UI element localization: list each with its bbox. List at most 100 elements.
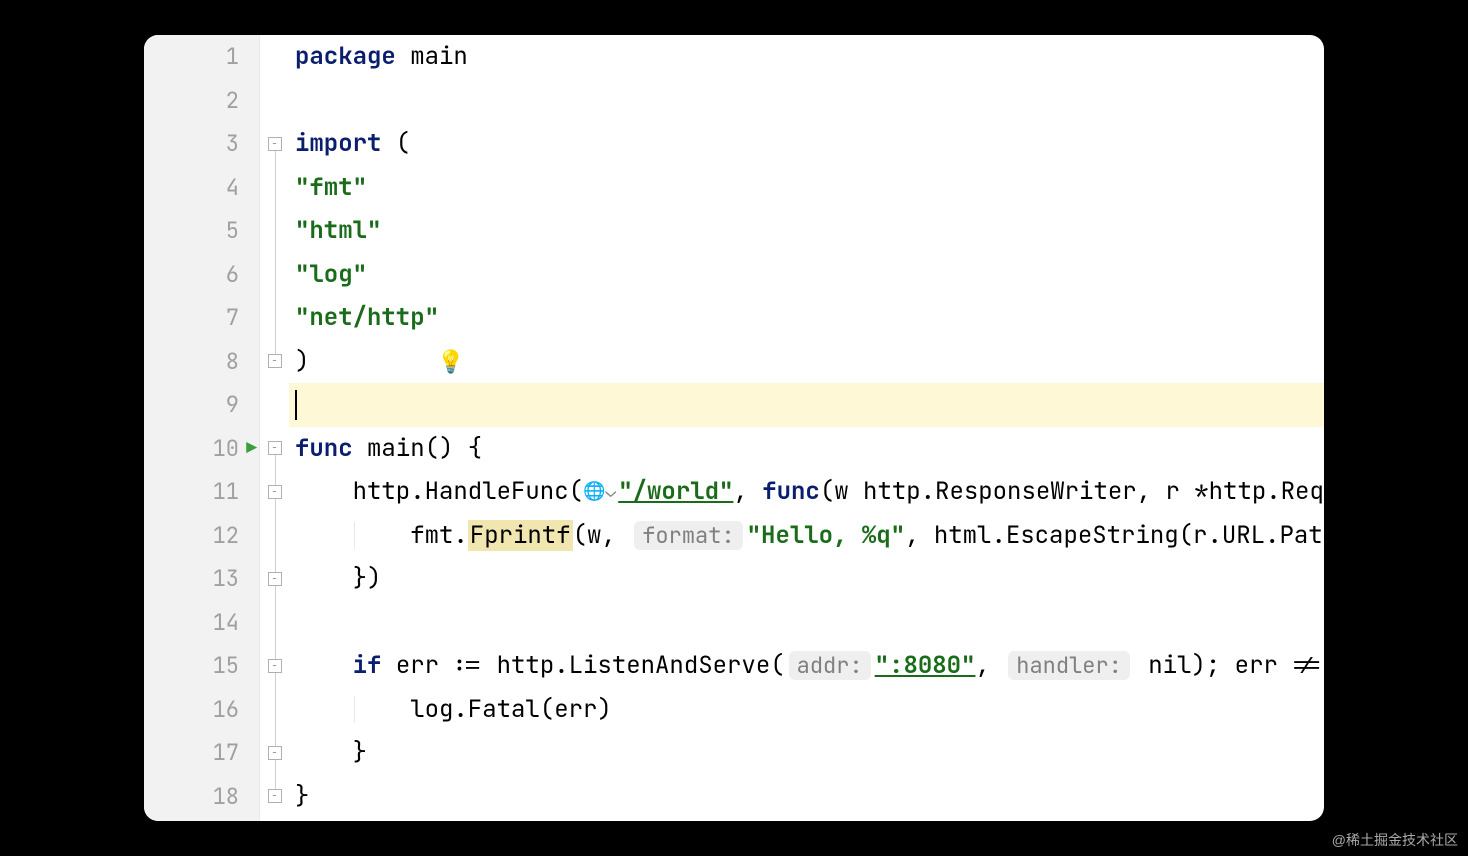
gutter-row[interactable]: 2 (144, 79, 259, 123)
globe-icon[interactable]: 🌐⌄ (583, 480, 616, 503)
code-line-current[interactable] (289, 383, 1324, 427)
fold-cell (260, 688, 289, 732)
line-number: 14 (199, 608, 239, 637)
line-number: 15 (199, 651, 239, 680)
code-line: "fmt" (289, 166, 1324, 210)
fold-cell (260, 601, 289, 645)
watermark: @稀土掘金技术社区 (1332, 830, 1458, 850)
gutter-row[interactable]: 10 ▶ (144, 427, 259, 471)
gutter-row[interactable]: 12 (144, 514, 259, 558)
gutter-row[interactable]: 13 (144, 557, 259, 601)
fold-cell: − (260, 470, 289, 514)
fold-cell (260, 514, 289, 558)
fold-cell (260, 35, 289, 79)
code-text: (w http.ResponseWriter, r *http.Request)… (820, 476, 1324, 507)
code-text: err := http.ListenAndServe( (381, 650, 784, 681)
code-text: main (396, 41, 468, 72)
code-text: } (295, 781, 309, 812)
line-number: 8 (199, 347, 239, 376)
code-line (289, 79, 1324, 123)
string-literal: "net/http" (295, 302, 439, 333)
fold-cell: − (260, 340, 289, 384)
line-number-gutter: 12345678910▶1112131415161718 (144, 35, 259, 821)
gutter-row[interactable]: 6 (144, 253, 259, 297)
gutter-row[interactable]: 8 (144, 340, 259, 384)
gutter-row[interactable]: 14 (144, 601, 259, 645)
fold-cell (260, 79, 289, 123)
param-hint: handler: (1008, 651, 1130, 680)
code-line: "log" (289, 253, 1324, 297)
gutter-row[interactable]: 4 (144, 166, 259, 210)
line-number: 17 (199, 738, 239, 767)
code-text: fmt. (295, 520, 468, 551)
code-line: "net/http" (289, 296, 1324, 340)
gutter-row[interactable]: 7 (144, 296, 259, 340)
line-number: 9 (199, 390, 239, 419)
line-number: 10 (199, 434, 239, 463)
param-hint: format: (634, 521, 742, 550)
line-number: 13 (199, 564, 239, 593)
code-area[interactable]: 💡 package main import ( "fmt" "html" "lo… (289, 35, 1324, 821)
line-number: 6 (199, 260, 239, 289)
fold-toggle-icon[interactable]: − (268, 659, 282, 673)
fold-toggle-icon[interactable]: − (268, 137, 282, 151)
fold-toggle-icon[interactable]: − (268, 572, 282, 586)
code-line: "html" (289, 209, 1324, 253)
fold-toggle-icon[interactable]: − (268, 789, 282, 803)
code-text: main() { (353, 433, 483, 464)
code-line: package main (289, 35, 1324, 79)
fold-toggle-icon[interactable]: − (268, 746, 282, 760)
line-number: 16 (199, 695, 239, 724)
line-number: 7 (199, 303, 239, 332)
string-link[interactable]: ":8080" (875, 650, 976, 681)
code-text: , (733, 476, 762, 507)
code-text: } (295, 737, 367, 768)
line-number: 11 (199, 477, 239, 506)
keyword: func (295, 433, 353, 464)
code-line: } (289, 775, 1324, 819)
code-text: }) (295, 563, 381, 594)
code-text: , (975, 650, 1004, 681)
text-cursor (295, 390, 297, 420)
param-hint: addr: (789, 651, 871, 680)
fold-cell: − (260, 122, 289, 166)
run-gutter-icon[interactable]: ▶ (246, 437, 257, 460)
fold-cell (260, 209, 289, 253)
string-literal: "log" (295, 259, 367, 290)
gutter-row[interactable]: 15 (144, 644, 259, 688)
line-number: 4 (199, 173, 239, 202)
gutter-row[interactable]: 16 (144, 688, 259, 732)
code-text: (w, (573, 520, 631, 551)
url-link[interactable]: "/world" (618, 476, 733, 507)
fold-cell (260, 166, 289, 210)
gutter-row[interactable]: 11 (144, 470, 259, 514)
keyword: package (295, 41, 396, 72)
code-line: http.HandleFunc(🌐⌄"/world", func(w http.… (289, 470, 1324, 514)
code-text (295, 650, 353, 681)
fold-column: − − − − − − − − (259, 35, 289, 821)
code-text: , html.EscapeString(r.URL.Path)) (905, 520, 1324, 551)
fold-cell: − (260, 775, 289, 819)
keyword: func (762, 476, 820, 507)
line-number: 1 (199, 42, 239, 71)
code-text: ) (295, 346, 309, 377)
string-literal: "html" (295, 215, 381, 246)
intention-bulb-icon[interactable]: 💡 (437, 347, 464, 376)
string-literal: "Hello, %q" (747, 520, 905, 551)
code-line: import ( (289, 122, 1324, 166)
gutter-row[interactable]: 9 (144, 383, 259, 427)
fold-toggle-icon[interactable]: − (268, 485, 282, 499)
gutter-row[interactable]: 5 (144, 209, 259, 253)
code-text: nil); err != nil { (1134, 650, 1324, 681)
gutter-row[interactable]: 18 (144, 775, 259, 819)
gutter-row[interactable]: 17 (144, 731, 259, 775)
fold-cell: − (260, 644, 289, 688)
code-text: ( (381, 128, 410, 159)
fold-cell (260, 253, 289, 297)
code-editor-window: 12345678910▶1112131415161718 −−−−−−−− 💡 … (144, 35, 1324, 821)
gutter-row[interactable]: 3 (144, 122, 259, 166)
fold-toggle-icon[interactable]: − (268, 354, 282, 368)
line-number: 3 (199, 129, 239, 158)
gutter-row[interactable]: 1 (144, 35, 259, 79)
fold-toggle-icon[interactable]: − (268, 441, 282, 455)
